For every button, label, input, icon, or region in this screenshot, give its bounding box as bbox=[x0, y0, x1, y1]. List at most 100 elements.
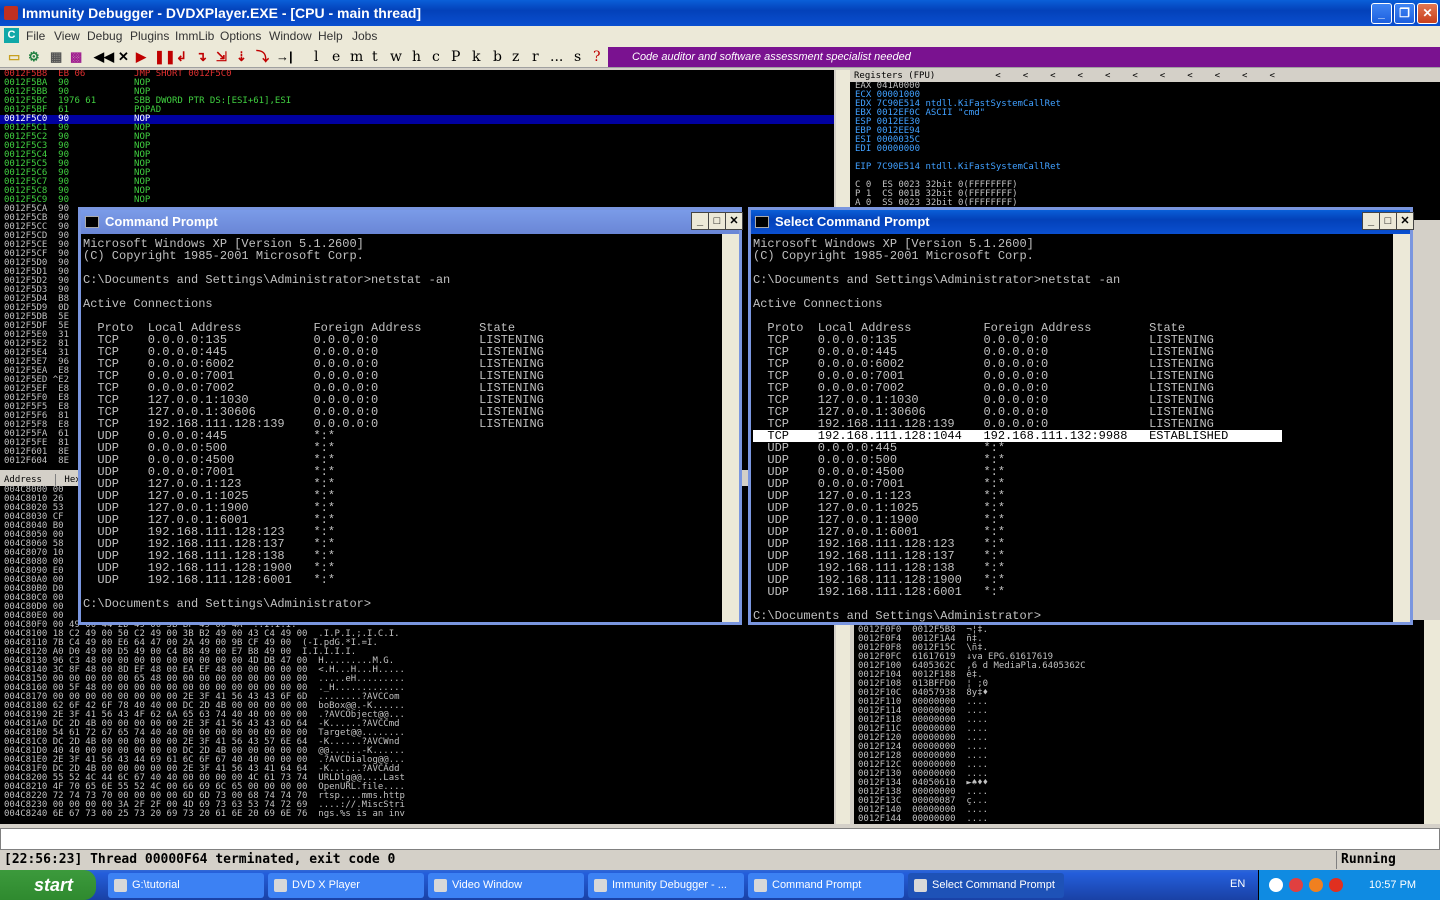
banner-ad[interactable]: Code auditor and software assessment spe… bbox=[608, 47, 1440, 67]
toolbar-b-button[interactable]: b bbox=[493, 49, 502, 65]
menu-window[interactable]: Window bbox=[269, 26, 312, 46]
cmd1-minimize-button[interactable]: _ bbox=[691, 212, 709, 230]
cmd2-close-button[interactable]: ✕ bbox=[1396, 212, 1414, 230]
close-process-icon[interactable]: ✕ bbox=[118, 49, 129, 65]
window-titlebar: Immunity Debugger - DVDXPlayer.EXE - [CP… bbox=[0, 0, 1440, 26]
task-video-window[interactable]: Video Window bbox=[428, 873, 584, 898]
console-line: Active Connections bbox=[83, 297, 213, 311]
register-row[interactable]: EDI 00000000 bbox=[855, 145, 1440, 154]
goto-icon[interactable]: →| bbox=[276, 49, 293, 65]
disasm-row[interactable]: 0012F5C9 90 NOP bbox=[0, 196, 834, 205]
cmd2-titlebar[interactable]: Select Command Prompt _ □ ✕ bbox=[751, 210, 1414, 234]
pane-icon[interactable]: ▦ bbox=[50, 49, 62, 65]
command-line-input[interactable] bbox=[0, 828, 1440, 850]
security-alert-icon[interactable] bbox=[1329, 878, 1343, 892]
cmd1-close-button[interactable]: ✕ bbox=[725, 212, 743, 230]
grid-icon[interactable]: ▩ bbox=[70, 49, 82, 65]
console-line: C:\Documents and Settings\Administrator>… bbox=[753, 273, 1121, 287]
toolbar-e-button[interactable]: e bbox=[332, 49, 340, 65]
cmd1-title: Command Prompt bbox=[105, 214, 218, 229]
menu-plugins[interactable]: Plugins bbox=[130, 26, 169, 46]
video-icon bbox=[434, 879, 447, 892]
console-line: C:\Documents and Settings\Administrator> bbox=[83, 597, 372, 611]
status-message: [22:56:23] Thread 00000F64 terminated, e… bbox=[4, 852, 396, 867]
clock: 10:57 PM bbox=[1369, 879, 1417, 891]
start-label: start bbox=[34, 875, 74, 895]
task-label: Video Window bbox=[452, 879, 523, 891]
menu-immlib[interactable]: ImmLib bbox=[175, 26, 214, 46]
menu-help[interactable]: Help bbox=[318, 26, 343, 46]
register-row[interactable]: ESI 0000035C bbox=[855, 136, 1440, 145]
menu-debug[interactable]: Debug bbox=[87, 26, 122, 46]
console-line: C:\Documents and Settings\Administrator> bbox=[753, 609, 1042, 622]
menu-jobs[interactable]: Jobs bbox=[352, 26, 377, 46]
cmd1-maximize-button[interactable]: □ bbox=[708, 212, 726, 230]
menu-file[interactable]: File bbox=[26, 26, 45, 46]
stack-scrollbar[interactable] bbox=[1424, 620, 1440, 824]
register-row[interactable]: ESP 0012EE30 bbox=[855, 118, 1440, 127]
stack-row[interactable]: 0012F144 00000000 .... bbox=[858, 815, 1424, 824]
toolbar-w-button[interactable]: w bbox=[390, 49, 402, 65]
task-immunity[interactable]: Immunity Debugger - ... bbox=[588, 873, 744, 898]
step-into-icon[interactable]: ↲ bbox=[176, 49, 187, 65]
console-line: (C) Copyright 1985-2001 Microsoft Corp. bbox=[753, 249, 1034, 263]
toolbar-m-button[interactable]: m bbox=[350, 49, 363, 65]
toolbar-dots-button[interactable]: ... bbox=[550, 49, 563, 65]
trace-over-icon[interactable]: ⇣ bbox=[236, 49, 247, 65]
task-select-command-prompt[interactable]: Select Command Prompt bbox=[908, 873, 1064, 898]
debugger-state: Running bbox=[1336, 851, 1396, 869]
register-row[interactable]: EIP 7C90E514 ntdll.KiFastSystemCallRet bbox=[855, 163, 1440, 172]
toolbar-z-button[interactable]: z bbox=[512, 49, 519, 65]
cmd1-scrollbar[interactable] bbox=[722, 234, 739, 622]
open-folder-icon[interactable]: ▭ bbox=[8, 49, 20, 65]
execute-till-return-icon[interactable]: ⤵ bbox=[256, 49, 269, 65]
language-indicator[interactable]: EN bbox=[1230, 878, 1245, 890]
toolbar-h-button[interactable]: h bbox=[412, 49, 421, 65]
tray-icon[interactable] bbox=[1289, 878, 1303, 892]
tray-icon[interactable] bbox=[1309, 878, 1323, 892]
tray-icon[interactable] bbox=[1269, 878, 1283, 892]
toolbar-p-button[interactable]: P bbox=[451, 49, 460, 65]
cpu-window-icon[interactable]: C bbox=[4, 28, 19, 43]
attach-icon[interactable]: ⚙ bbox=[28, 49, 40, 65]
cmd2-maximize-button[interactable]: □ bbox=[1379, 212, 1397, 230]
trace-into-icon[interactable]: ⇲ bbox=[216, 49, 227, 65]
toolbar-t-button[interactable]: t bbox=[372, 49, 378, 65]
run-icon[interactable]: ▶ bbox=[136, 49, 146, 65]
register-row[interactable]: EAX 041A0000 bbox=[855, 82, 1440, 91]
task-label: Command Prompt bbox=[772, 879, 862, 891]
toolbar-c-button[interactable]: c bbox=[432, 49, 440, 65]
registers-pane[interactable]: Registers (FPU) <<<<<<<<<<< EAX 041A0000 E… bbox=[850, 70, 1440, 220]
cmd2-scrollbar[interactable] bbox=[1393, 234, 1410, 622]
cmd1-titlebar[interactable]: Command Prompt _ □ ✕ bbox=[81, 210, 743, 234]
menu-view[interactable]: View bbox=[54, 26, 80, 46]
toolbar-k-button[interactable]: k bbox=[472, 49, 480, 65]
task-dvdxplayer[interactable]: DVD X Player bbox=[268, 873, 424, 898]
toolbar-help-button[interactable]: ? bbox=[593, 49, 601, 65]
register-row[interactable]: EBX 0012EF0C ASCII "cmd" bbox=[855, 109, 1440, 118]
console-line: C:\Documents and Settings\Administrator>… bbox=[83, 273, 451, 287]
start-button[interactable]: start bbox=[0, 870, 96, 900]
dvd-icon bbox=[274, 879, 287, 892]
close-button[interactable]: ✕ bbox=[1417, 3, 1438, 24]
toolbar-l-button[interactable]: l bbox=[314, 49, 318, 65]
cmd1-console[interactable]: Microsoft Windows XP [Version 5.1.2600](… bbox=[81, 234, 739, 622]
cmd2-title: Select Command Prompt bbox=[775, 214, 930, 229]
step-over-icon[interactable]: ↴ bbox=[196, 49, 207, 65]
dump-row[interactable]: 004C8240 6E 67 73 00 25 73 20 69 73 20 6… bbox=[4, 810, 834, 819]
register-row[interactable]: EBP 0012EE94 bbox=[855, 127, 1440, 136]
toolbar-r-button[interactable]: r bbox=[532, 49, 539, 65]
toolbar-s-button[interactable]: s bbox=[574, 49, 581, 65]
pause-icon[interactable]: ❚❚ bbox=[154, 49, 176, 65]
cmd2-console[interactable]: Microsoft Windows XP [Version 5.1.2600](… bbox=[751, 234, 1410, 622]
rewind-icon[interactable]: ◀◀ bbox=[94, 49, 114, 65]
minimize-button[interactable]: _ bbox=[1371, 3, 1392, 24]
stack-pane[interactable]: 0012F0F0 0012F5B8 ¬¦‡. 0012F0F4 0012F1A4 … bbox=[854, 620, 1424, 824]
task-explorer[interactable]: G:\tutorial bbox=[108, 873, 264, 898]
menu-options[interactable]: Options bbox=[220, 26, 261, 46]
select-command-prompt-window[interactable]: Select Command Prompt _ □ ✕ Microsoft Wi… bbox=[748, 207, 1414, 625]
restore-button[interactable]: ❐ bbox=[1394, 3, 1415, 24]
command-prompt-window[interactable]: Command Prompt _ □ ✕ Microsoft Windows X… bbox=[78, 207, 743, 625]
cmd2-minimize-button[interactable]: _ bbox=[1362, 212, 1380, 230]
task-command-prompt[interactable]: Command Prompt bbox=[748, 873, 904, 898]
